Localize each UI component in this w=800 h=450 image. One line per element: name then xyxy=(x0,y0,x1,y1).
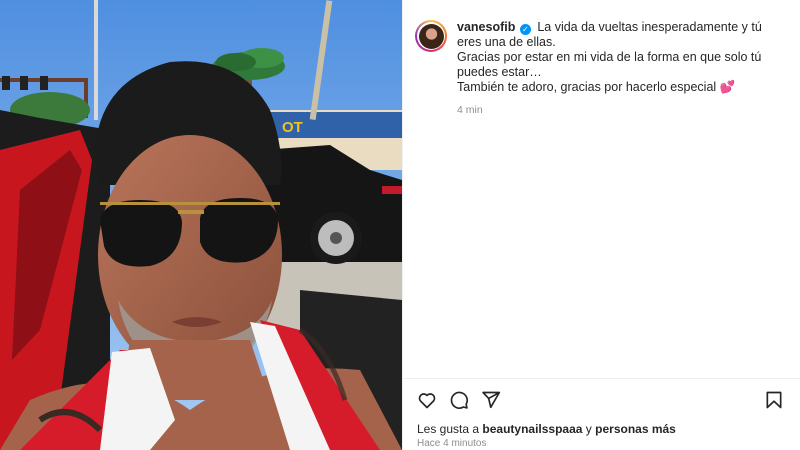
store-sign: OT xyxy=(282,119,303,136)
action-bar xyxy=(415,388,786,412)
verified-icon: ✓ xyxy=(519,24,531,35)
share-button[interactable] xyxy=(479,388,503,412)
post-timestamp: Hace 4 minutos xyxy=(417,438,487,449)
like-button[interactable] xyxy=(415,388,439,412)
caption-first-line: vanesofib ✓ La vida da vueltas inesperad… xyxy=(457,20,762,49)
photo-scene: OT xyxy=(0,0,402,450)
two-hearts-icon: 💕 xyxy=(719,80,736,94)
username-link[interactable]: vanesofib xyxy=(457,20,515,34)
liker-username[interactable]: beautynailsspaaa xyxy=(482,422,582,436)
caption-line-2: Gracias por estar en mi vida de la forma… xyxy=(457,50,762,79)
likes-others-link[interactable]: personas más xyxy=(595,422,676,436)
caption-line-3: También te adoro, gracias por hacerlo es… xyxy=(457,80,736,94)
avatar-image xyxy=(418,23,444,49)
heart-icon xyxy=(418,393,436,409)
comment-icon xyxy=(450,391,469,409)
save-button[interactable] xyxy=(762,388,786,412)
bookmark-icon xyxy=(766,391,782,409)
share-icon xyxy=(482,391,501,409)
caption-row: vanesofib ✓ La vida da vueltas inesperad… xyxy=(415,20,786,118)
caption-timestamp[interactable]: 4 min xyxy=(457,103,786,118)
caption: vanesofib ✓ La vida da vueltas inesperad… xyxy=(457,20,786,118)
divider xyxy=(403,378,800,379)
post-photo[interactable]: OT xyxy=(0,0,402,450)
likes-summary: Les gusta a beautynailsspaaa y personas … xyxy=(417,422,676,436)
avatar[interactable] xyxy=(415,20,447,52)
post-panel: vanesofib ✓ La vida da vueltas inesperad… xyxy=(402,0,800,450)
comment-button[interactable] xyxy=(447,388,471,412)
